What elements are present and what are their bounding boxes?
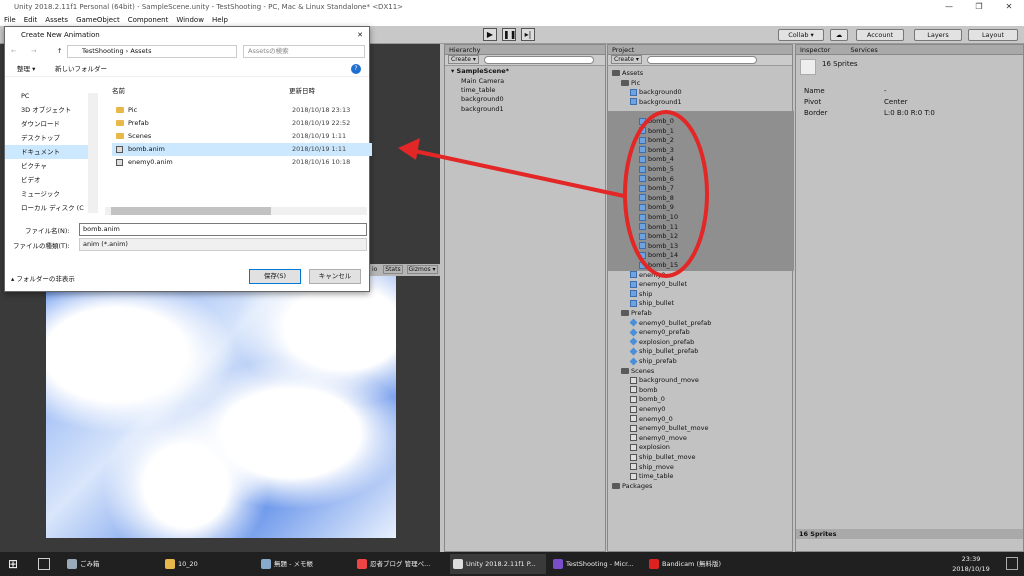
- annotation-ellipse: [623, 110, 709, 278]
- annotation-arrow-head: [398, 138, 420, 160]
- start-icon[interactable]: ⊞: [8, 557, 22, 571]
- taskbar-recycle-bin[interactable]: ごみ箱: [64, 554, 150, 574]
- taskbar-folder[interactable]: 10_20: [162, 554, 248, 574]
- clock-time: 23:39: [961, 555, 981, 563]
- annotation-overlay: [398, 110, 709, 278]
- taskbar-chrome[interactable]: 忍者ブログ 管理ペ...: [354, 554, 446, 574]
- taskbar-visual-studio[interactable]: TestShooting - Micr...: [550, 554, 642, 574]
- task-view-icon[interactable]: [38, 558, 50, 570]
- notification-icon[interactable]: [1006, 557, 1018, 570]
- taskbar-notepad[interactable]: 無題 - メモ帳: [258, 554, 350, 574]
- taskbar-unity[interactable]: Unity 2018.2.11f1 P...: [450, 554, 546, 574]
- annotation-arrow-line: [409, 148, 625, 198]
- clock[interactable]: 23:39 2018/10/19: [946, 554, 996, 574]
- clock-date: 2018/10/19: [952, 565, 990, 573]
- taskbar-bandicam[interactable]: Bandicam (無料版): [646, 554, 736, 574]
- windows-taskbar: ⊞ ごみ箱 10_20 無題 - メモ帳 忍者ブログ 管理ペ... Unity …: [0, 552, 1024, 576]
